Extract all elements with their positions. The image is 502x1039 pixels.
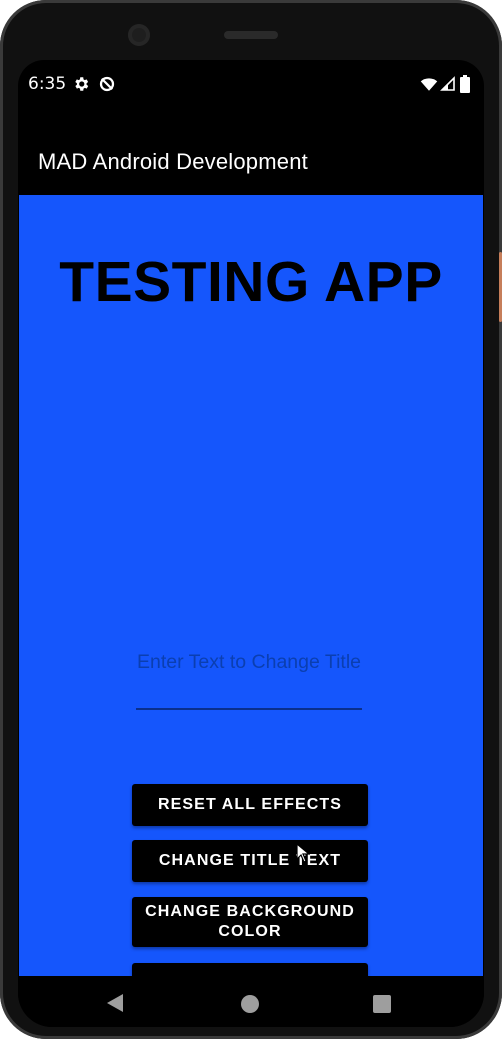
- title-text-input[interactable]: [136, 650, 362, 708]
- gear-icon: [72, 75, 90, 93]
- device-screen: 6:35 MAD Android Development TESTING APP: [18, 60, 484, 1027]
- back-icon[interactable]: [107, 994, 123, 1016]
- earpiece-speaker: [224, 31, 278, 39]
- front-camera: [128, 24, 150, 46]
- main-content: TESTING APP RESET ALL EFFECTS CHANGE TIT…: [19, 195, 483, 1005]
- recents-icon[interactable]: [373, 995, 391, 1017]
- sync-off-icon: [98, 75, 116, 93]
- status-time: 6:35: [28, 74, 67, 94]
- navigation-bar: [18, 976, 484, 1027]
- wifi-icon: [420, 75, 438, 93]
- battery-icon: [460, 75, 472, 93]
- change-title-text-button[interactable]: CHANGE TITLE TEXT: [132, 840, 368, 882]
- top-bezel: [50, 0, 452, 60]
- page-title: TESTING APP: [59, 250, 443, 314]
- phone-frame: 6:35 MAD Android Development TESTING APP: [0, 0, 502, 1039]
- signal-icon: [440, 75, 458, 93]
- status-bar: 6:35: [18, 60, 484, 110]
- mouse-cursor-icon: [296, 842, 311, 863]
- home-icon[interactable]: [241, 995, 259, 1017]
- change-background-color-button[interactable]: CHANGE BACKGROUND COLOR: [132, 897, 368, 947]
- app-bar-title: MAD Android Development: [38, 149, 308, 174]
- app-bar: MAD Android Development: [18, 110, 484, 195]
- title-input-container: [136, 650, 362, 710]
- reset-all-effects-button[interactable]: RESET ALL EFFECTS: [132, 784, 368, 826]
